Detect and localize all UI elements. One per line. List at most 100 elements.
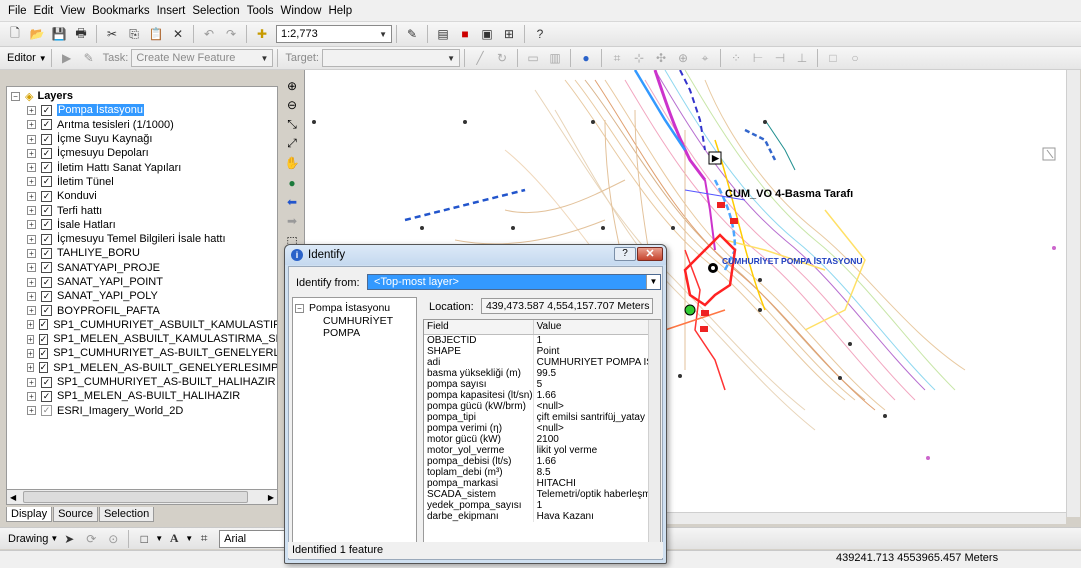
layer-visibility-checkbox[interactable]: ✓ xyxy=(41,405,52,417)
new-document-icon[interactable]: 🗋 xyxy=(6,25,24,43)
map-vertical-scrollbar[interactable] xyxy=(1066,70,1080,517)
layer-visibility-checkbox[interactable]: ✓ xyxy=(38,347,49,359)
menu-file[interactable]: File xyxy=(8,5,27,17)
tab-display[interactable]: Display xyxy=(6,507,53,522)
modelbuilder-icon[interactable]: ⊞ xyxy=(500,25,518,43)
table-row[interactable]: basma yüksekliği (m) 99.5 xyxy=(424,367,660,379)
cogo-icon-3[interactable]: ⊣ xyxy=(771,49,789,67)
expand-icon[interactable]: + xyxy=(27,377,36,387)
print-icon[interactable]: 🖶 xyxy=(72,25,90,43)
table-of-contents-icon[interactable]: ▤ xyxy=(434,25,452,43)
layer-visibility-checkbox[interactable]: ✓ xyxy=(38,319,49,331)
fixed-zoom-out-icon[interactable]: ⤢ xyxy=(284,136,300,152)
toc-root[interactable]: − ◈ Layers xyxy=(7,89,277,103)
layer-visibility-checkbox[interactable]: ✓ xyxy=(41,233,52,245)
table-row[interactable]: motor_yol_verme likit yol verme xyxy=(424,444,660,456)
menu-insert[interactable]: Insert xyxy=(157,5,186,17)
pan-hand-icon[interactable]: ✋ xyxy=(284,155,300,171)
toc-horizontal-scrollbar[interactable]: ◀ ▶ xyxy=(6,489,278,505)
expand-icon[interactable]: + xyxy=(27,177,36,187)
expand-icon[interactable]: + xyxy=(27,291,36,301)
expand-icon[interactable]: + xyxy=(27,306,36,316)
expand-icon[interactable]: + xyxy=(27,391,36,401)
grid-vertical-scrollbar[interactable] xyxy=(648,320,660,556)
table-row[interactable]: toplam_debi (m³) 8.5 xyxy=(424,467,660,479)
table-row[interactable]: pompa_markasi HITACHI xyxy=(424,478,660,490)
layer-visibility-checkbox[interactable]: ✓ xyxy=(41,104,52,116)
copy-icon[interactable]: ⎘ xyxy=(125,25,143,43)
identify-title-bar[interactable]: i Identify xyxy=(285,245,666,265)
paste-icon[interactable]: 📋 xyxy=(147,25,165,43)
expand-icon[interactable]: + xyxy=(27,120,36,130)
layer-visibility-checkbox[interactable]: ✓ xyxy=(41,133,52,145)
layer-visibility-checkbox[interactable]: ✓ xyxy=(41,276,52,288)
layer-visibility-checkbox[interactable]: ✓ xyxy=(41,290,52,302)
tree-layer-node[interactable]: − Pompa İstasyonu xyxy=(295,302,390,314)
table-row[interactable]: pompa verimi (η) <null> xyxy=(424,422,660,434)
toc-layer-item[interactable]: + ✓ TAHLIYE_BORU xyxy=(7,246,277,260)
tab-source[interactable]: Source xyxy=(53,507,98,522)
sketch-properties-icon[interactable]: ▥ xyxy=(546,49,564,67)
forward-arrow-icon[interactable]: ➡ xyxy=(284,213,300,229)
toc-layer-item[interactable]: + ✓ ESRI_Imagery_World_2D xyxy=(7,404,277,418)
table-row[interactable]: pompa_tipi çift emilsi santrifüj_yatay mi… xyxy=(424,411,660,423)
expand-icon[interactable]: + xyxy=(27,406,36,416)
expand-icon[interactable]: + xyxy=(27,320,34,330)
toc-layer-item[interactable]: + ✓ İçme Suyu Kaynağı xyxy=(7,132,277,146)
table-row[interactable]: adiCUMHURİYET POMPA İSTASYONU xyxy=(424,356,660,368)
layer-visibility-checkbox[interactable]: ✓ xyxy=(41,247,52,259)
back-arrow-icon[interactable]: ⬅ xyxy=(284,194,300,210)
toc-layer-item[interactable]: + ✓ SP1_MELEN_AS-BUILT_GENELYERLESIMPLANI xyxy=(7,361,277,375)
zoom-whole-page-icon[interactable]: ⊙ xyxy=(104,530,122,548)
toc-layer-item[interactable]: + ✓ BOYPROFIL_PAFTA xyxy=(7,303,277,317)
open-icon[interactable]: 📂 xyxy=(28,25,46,43)
zoom-out-icon[interactable]: ⊖ xyxy=(284,97,300,113)
cut-icon[interactable]: ✂ xyxy=(103,25,121,43)
table-row[interactable]: OBJECTID 1 xyxy=(424,334,660,346)
toc-layer-item[interactable]: + ✓ SP1_CUMHURIYET_AS-BUILT_HALIHAZIR xyxy=(7,375,277,389)
layer-visibility-checkbox[interactable]: ✓ xyxy=(41,262,52,274)
identify-from-combo[interactable]: <Top-most layer> ▼ xyxy=(367,274,661,290)
cogo-icon-2[interactable]: ⊢ xyxy=(749,49,767,67)
toc-layer-item[interactable]: + ✓ SANAT_YAPI_POINT xyxy=(7,275,277,289)
table-row[interactable]: yedek_pompa_sayısı 1 xyxy=(424,500,660,512)
toc-layer-item[interactable]: + ✓ İçmesuyu Depoları xyxy=(7,146,277,160)
edit-vertices-icon[interactable]: ⌗ xyxy=(195,530,213,548)
rectangle-icon[interactable]: □ xyxy=(824,49,842,67)
toc-layer-item[interactable]: + ✓ Arıtma tesisleri (1/1000) xyxy=(7,118,277,132)
redo-icon[interactable]: ↷ xyxy=(222,25,240,43)
close-button[interactable]: ✕ xyxy=(637,247,663,261)
undo-icon[interactable]: ↶ xyxy=(200,25,218,43)
rotate-element-icon[interactable]: ⟳ xyxy=(82,530,100,548)
menu-window[interactable]: Window xyxy=(281,5,322,17)
table-row[interactable]: darbe_ekipmanı Hava Kazanı xyxy=(424,511,660,523)
menu-bookmarks[interactable]: Bookmarks xyxy=(92,5,150,17)
expand-icon[interactable]: + xyxy=(27,206,36,216)
cogo-icon-1[interactable]: ⁘ xyxy=(727,49,745,67)
tree-feature-node[interactable]: CUMHURİYET POMPA xyxy=(323,315,416,339)
sketch-tool-icon[interactable]: ✎ xyxy=(80,49,98,67)
scale-combo[interactable]: 1:2,773 ▼ xyxy=(276,25,392,43)
table-row[interactable]: pompa kapasitesi (lt/sn) 1.66 xyxy=(424,389,660,401)
layer-visibility-checkbox[interactable]: ✓ xyxy=(41,190,52,202)
full-extent-globe-icon[interactable]: ● xyxy=(284,175,300,191)
toc-layer-item[interactable]: + ✓ Pompa İstasyonu xyxy=(7,103,277,117)
help-button[interactable]: ? xyxy=(614,247,636,261)
toc-layer-item[interactable]: + ✓ Terfi hattı xyxy=(7,203,277,217)
expand-icon[interactable]: + xyxy=(27,277,36,287)
expand-icon[interactable]: + xyxy=(27,220,36,230)
save-icon[interactable]: 💾 xyxy=(50,25,68,43)
delete-icon[interactable]: ✕ xyxy=(169,25,187,43)
layer-visibility-checkbox[interactable]: ✓ xyxy=(41,147,52,159)
layer-visibility-checkbox[interactable]: ✓ xyxy=(41,162,52,174)
field-column-header[interactable]: Field xyxy=(424,320,534,335)
editor-toolbar-icon[interactable]: ✎ xyxy=(403,25,421,43)
tab-selection[interactable]: Selection xyxy=(98,507,155,522)
circle-icon[interactable]: ○ xyxy=(846,49,864,67)
toc-layer-item[interactable]: + ✓ SP1_CUMHURIYET_AS-BUILT_GENELYERLESIMP… xyxy=(7,346,277,360)
toc-layer-item[interactable]: + ✓ İsale Hatları xyxy=(7,218,277,232)
split-tool-icon[interactable]: ╱ xyxy=(471,49,489,67)
expand-icon[interactable]: + xyxy=(27,263,36,273)
cogo-icon-4[interactable]: ⊥ xyxy=(793,49,811,67)
toc-layer-item[interactable]: + ✓ SANAT_YAPI_POLY xyxy=(7,289,277,303)
